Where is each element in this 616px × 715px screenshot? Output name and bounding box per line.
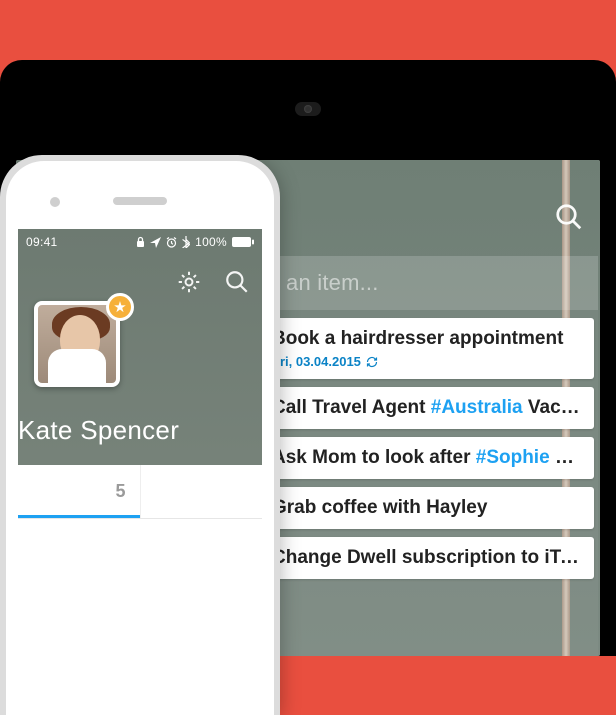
- inbox-tab[interactable]: 5: [18, 465, 141, 518]
- hashtag[interactable]: #Australia: [431, 397, 523, 418]
- task-title: Ask Mom to look after #Sophie durin..: [272, 447, 580, 469]
- status-time: 09:41: [26, 235, 58, 249]
- add-item-row[interactable]: Add an item...: [226, 256, 598, 310]
- alarm-icon: [166, 237, 177, 248]
- tablet-camera-icon: [295, 102, 321, 116]
- hashtag[interactable]: #Sophie: [476, 447, 550, 468]
- inbox-count: 5: [115, 481, 125, 502]
- lock-icon: [136, 236, 145, 248]
- task-item[interactable]: Book a hairdresser appointment Fri, 03.04…: [230, 318, 594, 379]
- task-title: Call Travel Agent #Australia Vacation: [272, 397, 580, 419]
- user-name: Kate Spencer: [18, 415, 179, 446]
- recurring-icon: [366, 356, 378, 368]
- task-item[interactable]: Call Travel Agent #Australia Vacation: [230, 387, 594, 429]
- battery-percentage: 100%: [195, 235, 227, 249]
- phone-bezel: 09:41 100%: [6, 161, 274, 715]
- task-item[interactable]: Grab coffee with Hayley: [230, 487, 594, 529]
- tab-secondary[interactable]: [141, 465, 263, 518]
- star-badge-icon: ★: [106, 293, 134, 321]
- phone-camera-icon: [50, 197, 60, 207]
- promo-background: [0, 0, 616, 60]
- phone-speaker-icon: [113, 197, 167, 205]
- task-item[interactable]: Change Dwell subscription to iTunes: [230, 537, 594, 579]
- task-item[interactable]: Ask Mom to look after #Sophie durin..: [230, 437, 594, 479]
- task-list-panel: Add an item... Book a hairdresser appoin…: [226, 256, 598, 656]
- search-icon[interactable]: [224, 269, 250, 295]
- user-avatar[interactable]: ★: [34, 301, 126, 393]
- phone-screen: 09:41 100%: [18, 229, 262, 715]
- search-icon[interactable]: [554, 202, 584, 232]
- phone-header: [18, 257, 262, 307]
- phone-tab-bar: 5: [18, 465, 262, 715]
- task-title: Book a hairdresser appointment: [272, 328, 580, 350]
- phone-frame: 09:41 100%: [0, 155, 280, 715]
- task-title: Grab coffee with Hayley: [272, 497, 580, 519]
- bluetooth-icon: [182, 236, 190, 248]
- phone-status-bar: 09:41 100%: [18, 229, 262, 255]
- battery-icon: [232, 237, 254, 247]
- gear-icon[interactable]: [176, 269, 202, 295]
- task-title: Change Dwell subscription to iTunes: [272, 547, 580, 569]
- location-arrow-icon: [150, 237, 161, 248]
- task-due-date: Fri, 03.04.2015: [272, 354, 580, 369]
